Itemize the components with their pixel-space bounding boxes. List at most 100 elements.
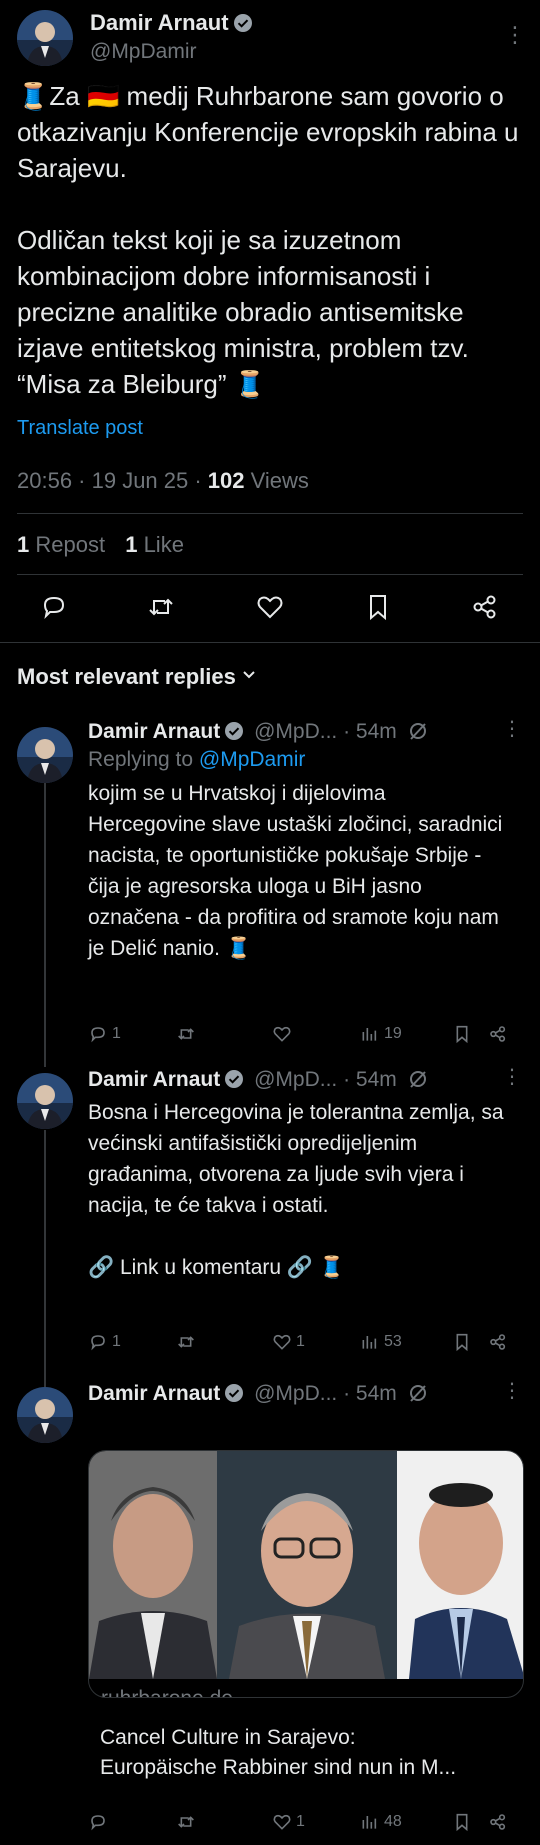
- post-time[interactable]: 20:56 · 19 Jun 25 ·: [17, 468, 208, 493]
- reply-text: Bosna i Hercegovina je tolerantna zemlja…: [88, 1101, 504, 1279]
- link-preview-image: [89, 1451, 523, 1679]
- post-meta: 20:56 · 19 Jun 25 · 102 Views: [17, 468, 309, 494]
- thread-line: [44, 782, 46, 1067]
- thread-line: [44, 1130, 46, 1412]
- like-icon[interactable]: [255, 592, 285, 622]
- views-icon: [362, 1336, 377, 1349]
- share-icon[interactable]: [470, 592, 500, 622]
- share-button[interactable]: [488, 1024, 508, 1044]
- more-options-icon[interactable]: ⋮: [502, 1064, 522, 1089]
- share-icon: [490, 1334, 506, 1350]
- author-name-row[interactable]: Damir Arnaut: [90, 10, 253, 36]
- reply-icon[interactable]: [39, 592, 69, 622]
- divider: [17, 513, 523, 514]
- post-text: 🧵Za 🇩🇪 medij Ruhrbarone sam govorio o ot…: [17, 81, 519, 399]
- share-icon: [490, 1814, 506, 1830]
- likes-stat[interactable]: 1 Like: [125, 532, 184, 557]
- reply-avatar[interactable]: [17, 1073, 73, 1129]
- bookmark-icon[interactable]: [363, 592, 393, 622]
- share-button[interactable]: [488, 1812, 508, 1832]
- author-handle[interactable]: @MpDamir: [90, 40, 197, 64]
- reply-time[interactable]: · 54m: [337, 1068, 397, 1091]
- bookmark-button[interactable]: [452, 1024, 472, 1044]
- replying-to: Replying to @MpDamir: [88, 748, 306, 771]
- author-avatar[interactable]: [17, 10, 73, 66]
- like-button[interactable]: 1: [272, 1332, 305, 1352]
- reply-button[interactable]: 1: [88, 1332, 121, 1352]
- views-button[interactable]: 48: [360, 1812, 402, 1832]
- views-button[interactable]: 53: [360, 1332, 402, 1352]
- more-options-icon[interactable]: ⋮: [502, 716, 522, 741]
- like-icon: [273, 1026, 291, 1042]
- section-separator: [0, 642, 540, 643]
- bookmark-icon: [456, 1813, 468, 1832]
- bookmark-icon: [456, 1333, 468, 1352]
- views-button[interactable]: 19: [360, 1024, 402, 1044]
- share-button[interactable]: [488, 1332, 508, 1352]
- bookmark-button[interactable]: [452, 1812, 472, 1832]
- link-title-line-1[interactable]: Cancel Culture in Sarajevo:: [100, 1722, 356, 1753]
- link-domain: ruhrbarone.de: [101, 1687, 233, 1697]
- grok-icon[interactable]: [407, 1068, 429, 1090]
- author-name[interactable]: Damir Arnaut: [90, 10, 229, 35]
- reply-item[interactable]: Damir Arnaut @MpD... · 54m ⋮ Bosna i Her…: [0, 1064, 540, 1412]
- views-label: Views: [244, 468, 309, 493]
- reply-item[interactable]: Damir Arnaut @MpD... · 54m ⋮ ruhr: [0, 1380, 540, 1840]
- reply-icon: [91, 1027, 105, 1043]
- reply-author-name[interactable]: Damir Arnaut: [88, 1382, 220, 1405]
- reply-header: Damir Arnaut @MpD... · 54m: [88, 1382, 508, 1406]
- reply-icon: [91, 1335, 105, 1351]
- main-tweet: Damir Arnaut @MpDamir ⋮ 🧵Za 🇩🇪 medij Ruh…: [0, 0, 540, 642]
- reply-button[interactable]: 1: [88, 1024, 121, 1044]
- reply-author-handle[interactable]: @MpD...: [254, 720, 337, 743]
- like-icon: [273, 1334, 291, 1350]
- share-icon: [490, 1026, 506, 1042]
- reply-action-bar: 1 19: [88, 1024, 518, 1048]
- more-options-icon[interactable]: ⋮: [502, 1378, 522, 1403]
- like-icon: [273, 1814, 291, 1830]
- chevron-down-icon: [243, 671, 255, 679]
- verified-badge-icon: [233, 14, 252, 32]
- post-stats: 1 Repost 1 Like: [17, 532, 184, 558]
- reply-button[interactable]: [88, 1812, 112, 1832]
- reply-text: kojim se u Hrvatskoj i dijelovima Herceg…: [88, 782, 509, 960]
- views-icon: [362, 1816, 377, 1829]
- reply-time[interactable]: · 54m: [337, 1382, 397, 1405]
- bookmark-button[interactable]: [452, 1332, 472, 1352]
- link-preview-card[interactable]: ruhrbarone.de: [88, 1450, 524, 1698]
- replies-sort-dropdown[interactable]: Most relevant replies: [17, 664, 256, 690]
- reply-item[interactable]: Damir Arnaut @MpD... · 54m ⋮ Replying to…: [0, 716, 540, 1067]
- replies-header-label: Most relevant replies: [17, 664, 236, 689]
- reply-time[interactable]: · 54m: [337, 720, 397, 743]
- repost-button[interactable]: [176, 1332, 196, 1352]
- reply-author-handle[interactable]: @MpD...: [254, 1382, 337, 1405]
- repost-icon[interactable]: [146, 592, 176, 622]
- grok-icon[interactable]: [407, 1382, 429, 1404]
- reposts-stat[interactable]: 1 Repost: [17, 532, 105, 557]
- repost-icon: [178, 1336, 194, 1348]
- link-title-line-2[interactable]: Europäische Rabbiner sind nun in M...: [100, 1752, 456, 1783]
- reply-avatar[interactable]: [17, 1387, 73, 1443]
- reply-action-bar: 1 1 53: [88, 1332, 518, 1356]
- like-button[interactable]: 1: [272, 1812, 305, 1832]
- repost-button[interactable]: [176, 1024, 196, 1044]
- replying-to-link[interactable]: @MpDamir: [199, 748, 306, 771]
- verified-badge-icon: [225, 722, 244, 740]
- verified-badge-icon: [225, 1384, 244, 1402]
- translate-post-link[interactable]: Translate post: [17, 417, 143, 440]
- views-icon: [362, 1028, 377, 1041]
- reply-avatar[interactable]: [17, 727, 73, 783]
- reply-header: Damir Arnaut @MpD... · 54m: [88, 1068, 508, 1092]
- more-options-icon[interactable]: ⋮: [504, 22, 527, 48]
- repost-icon: [178, 1816, 194, 1828]
- grok-icon[interactable]: [407, 720, 429, 742]
- reply-header: Damir Arnaut @MpD... · 54m: [88, 720, 508, 744]
- reply-author-handle[interactable]: @MpD...: [254, 1068, 337, 1091]
- like-button[interactable]: [272, 1024, 296, 1044]
- reply-author-name[interactable]: Damir Arnaut: [88, 720, 220, 743]
- reply-author-name[interactable]: Damir Arnaut: [88, 1068, 220, 1091]
- post-action-bar: [0, 592, 540, 626]
- views-count: 102: [207, 468, 245, 493]
- reply-icon: [91, 1815, 105, 1831]
- repost-button[interactable]: [176, 1812, 196, 1832]
